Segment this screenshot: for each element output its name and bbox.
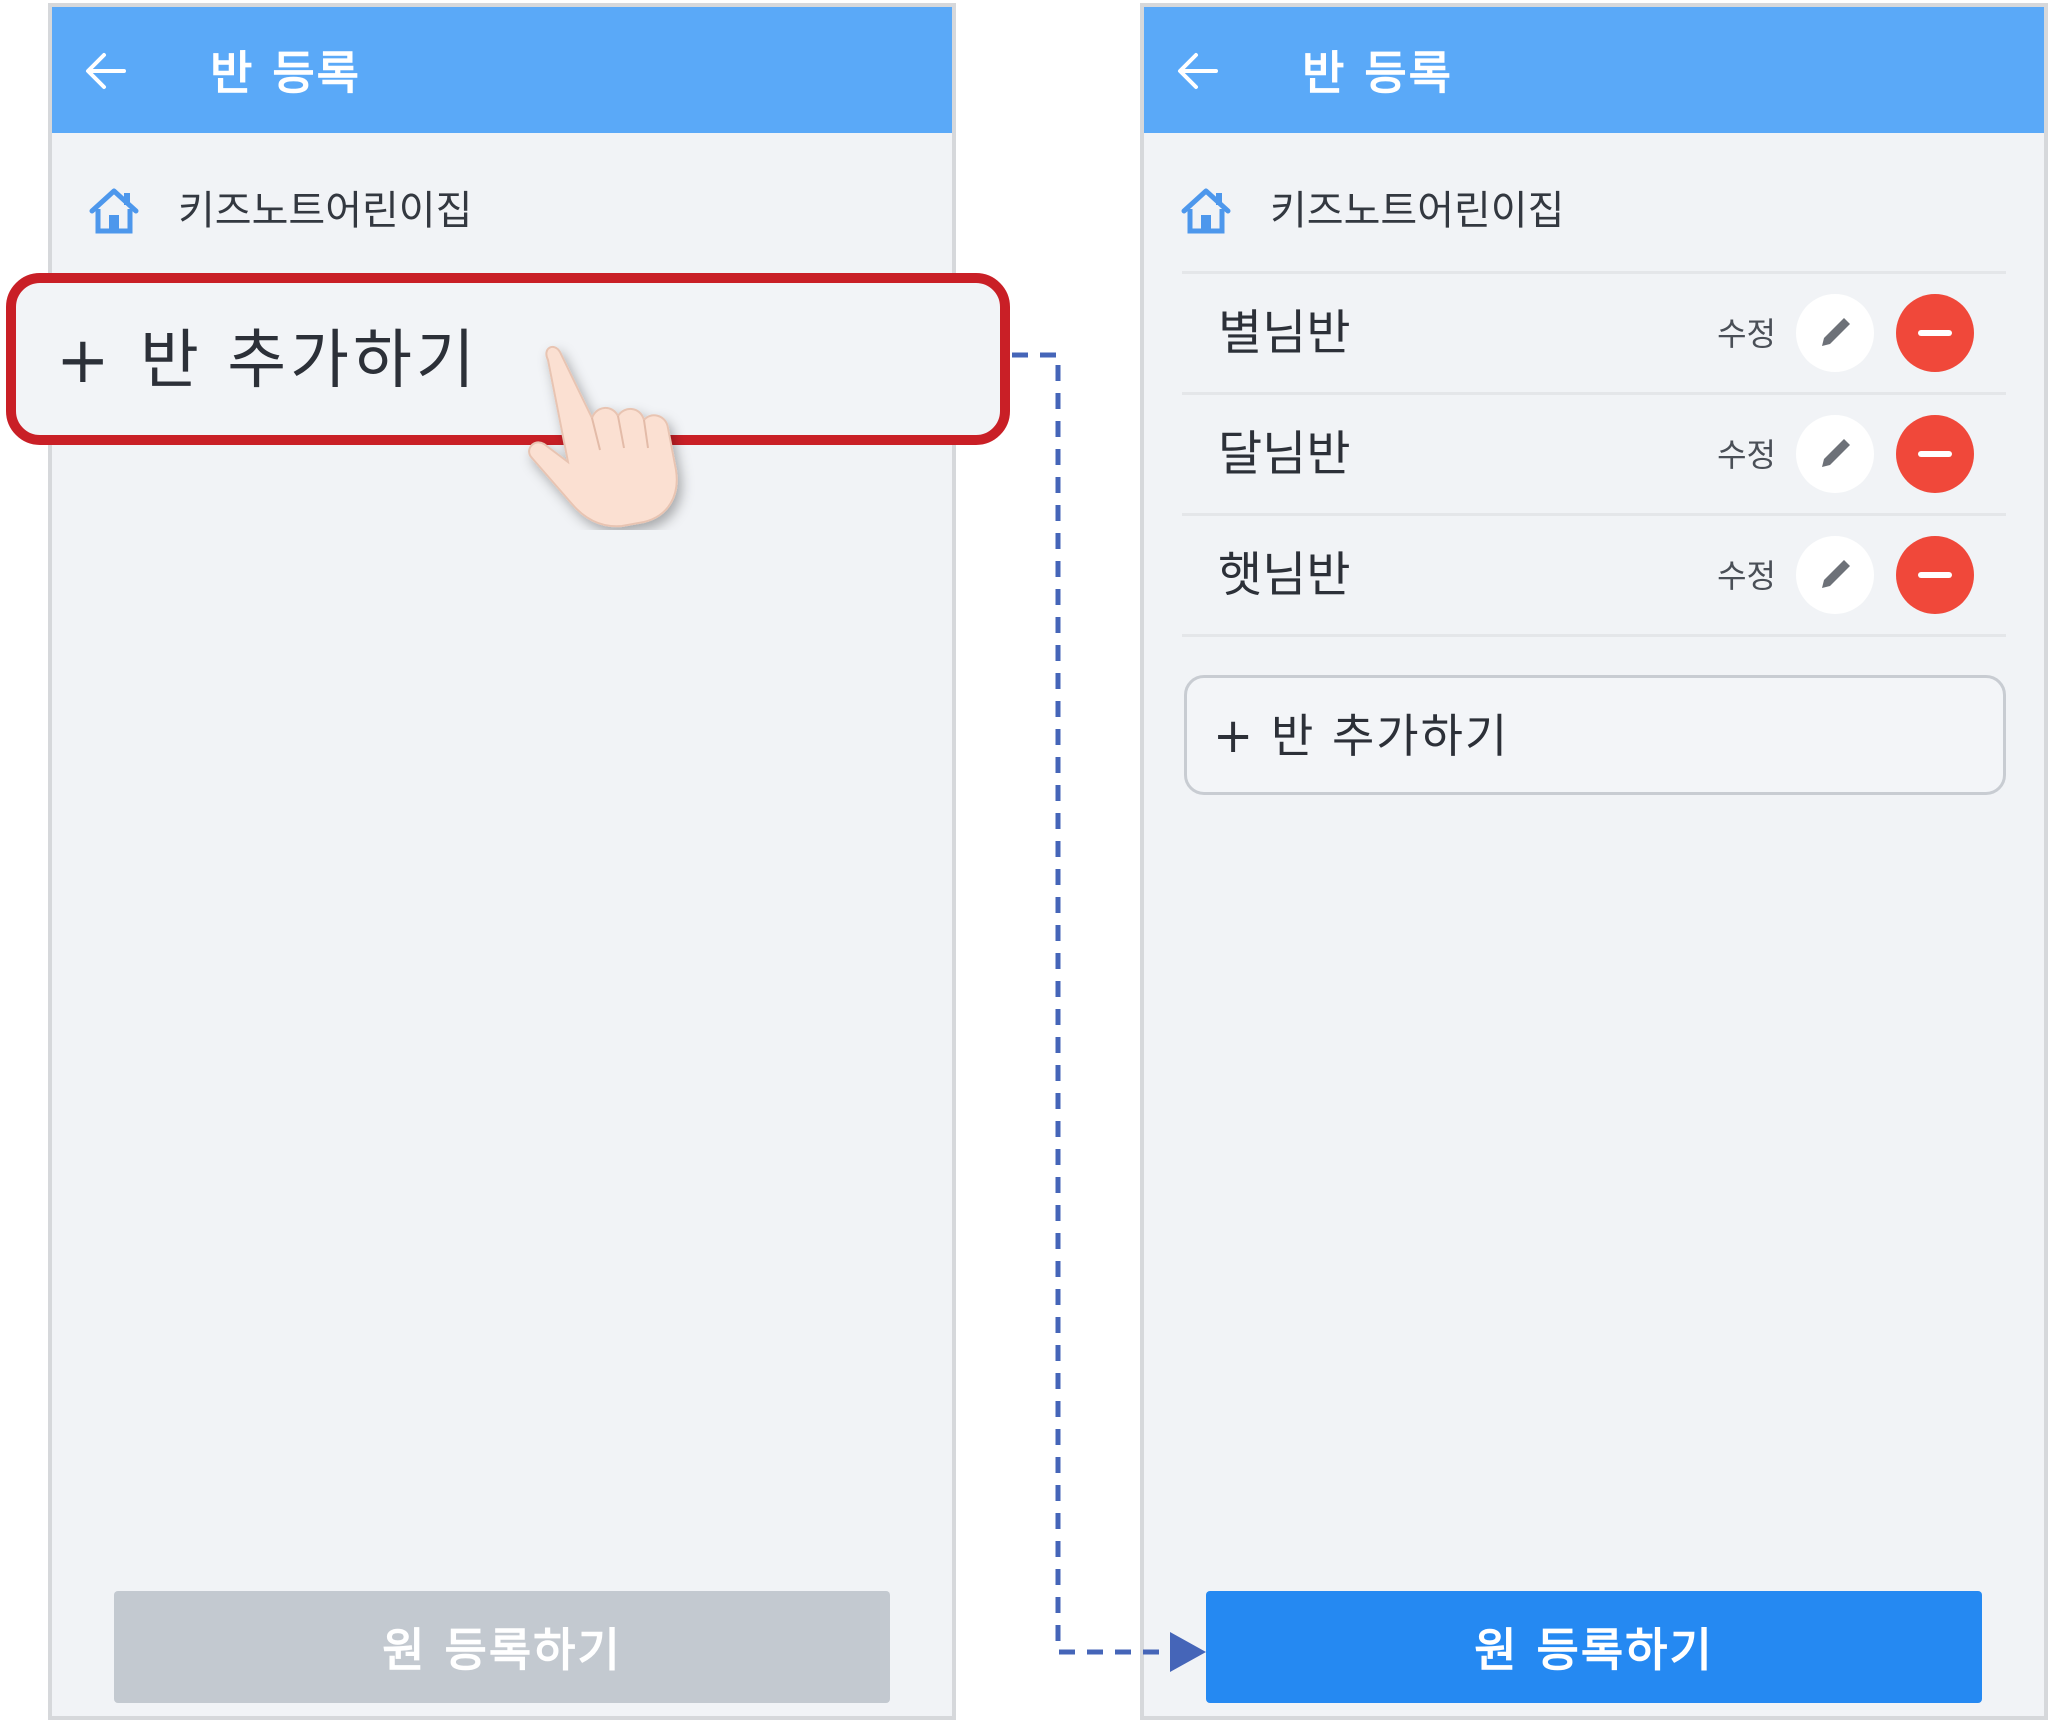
- app-bar: 반 등록: [1144, 7, 2044, 133]
- edit-button[interactable]: [1796, 536, 1874, 614]
- home-icon: [1181, 188, 1231, 234]
- class-item: 햇님반 수정: [1182, 516, 2006, 637]
- pencil-icon: [1822, 439, 1850, 467]
- edit-label: 수정: [1717, 436, 1776, 474]
- remove-button[interactable]: [1896, 536, 1974, 614]
- edit-label: 수정: [1717, 557, 1776, 595]
- kindergarten-name: 키즈노트어린이집: [178, 188, 473, 234]
- home-icon: [89, 188, 139, 234]
- pencil-icon: [1822, 318, 1850, 346]
- left-screen: 반 등록 키즈노트어린이집 원 등록하기: [48, 3, 956, 1720]
- minus-icon: [1918, 451, 1952, 457]
- class-item: 별님반 수정: [1182, 274, 2006, 395]
- class-name: 햇님반: [1218, 547, 1351, 603]
- back-arrow-icon[interactable]: [84, 49, 128, 93]
- page-title: 반 등록: [210, 46, 361, 100]
- plus-icon: +: [56, 324, 110, 398]
- kindergarten-row: 키즈노트어린이집: [1144, 177, 2044, 249]
- page-title: 반 등록: [1302, 46, 1453, 100]
- add-class-label: 반 추가하기: [1271, 709, 1510, 763]
- add-class-button[interactable]: + 반 추가하기: [1184, 675, 2006, 795]
- edit-label: 수정: [1717, 315, 1776, 353]
- pencil-icon: [1822, 560, 1850, 588]
- class-list: 별님반 수정 달님반 수정 햇님반 수정: [1182, 271, 2006, 637]
- class-item: 달님반 수정: [1182, 395, 2006, 516]
- class-name: 달님반: [1218, 426, 1351, 482]
- edit-button[interactable]: [1796, 415, 1874, 493]
- plus-icon: +: [1213, 708, 1254, 764]
- minus-icon: [1918, 572, 1952, 578]
- register-button[interactable]: 원 등록하기: [1206, 1591, 1982, 1703]
- remove-button[interactable]: [1896, 415, 1974, 493]
- kindergarten-row: 키즈노트어린이집: [52, 177, 952, 249]
- tap-hand-icon: [528, 345, 678, 528]
- app-bar: 반 등록: [52, 7, 952, 133]
- class-name: 별님반: [1218, 305, 1351, 361]
- kindergarten-name: 키즈노트어린이집: [1270, 188, 1565, 234]
- back-arrow-icon[interactable]: [1176, 49, 1220, 93]
- add-class-label: 반 추가하기: [140, 324, 479, 398]
- right-screen: 반 등록 키즈노트어린이집 별님반 수정 달님반 수정 햇님반 수정 + 반 추…: [1140, 3, 2048, 1720]
- edit-button[interactable]: [1796, 294, 1874, 372]
- remove-button[interactable]: [1896, 294, 1974, 372]
- register-button[interactable]: 원 등록하기: [114, 1591, 890, 1703]
- minus-icon: [1918, 330, 1952, 336]
